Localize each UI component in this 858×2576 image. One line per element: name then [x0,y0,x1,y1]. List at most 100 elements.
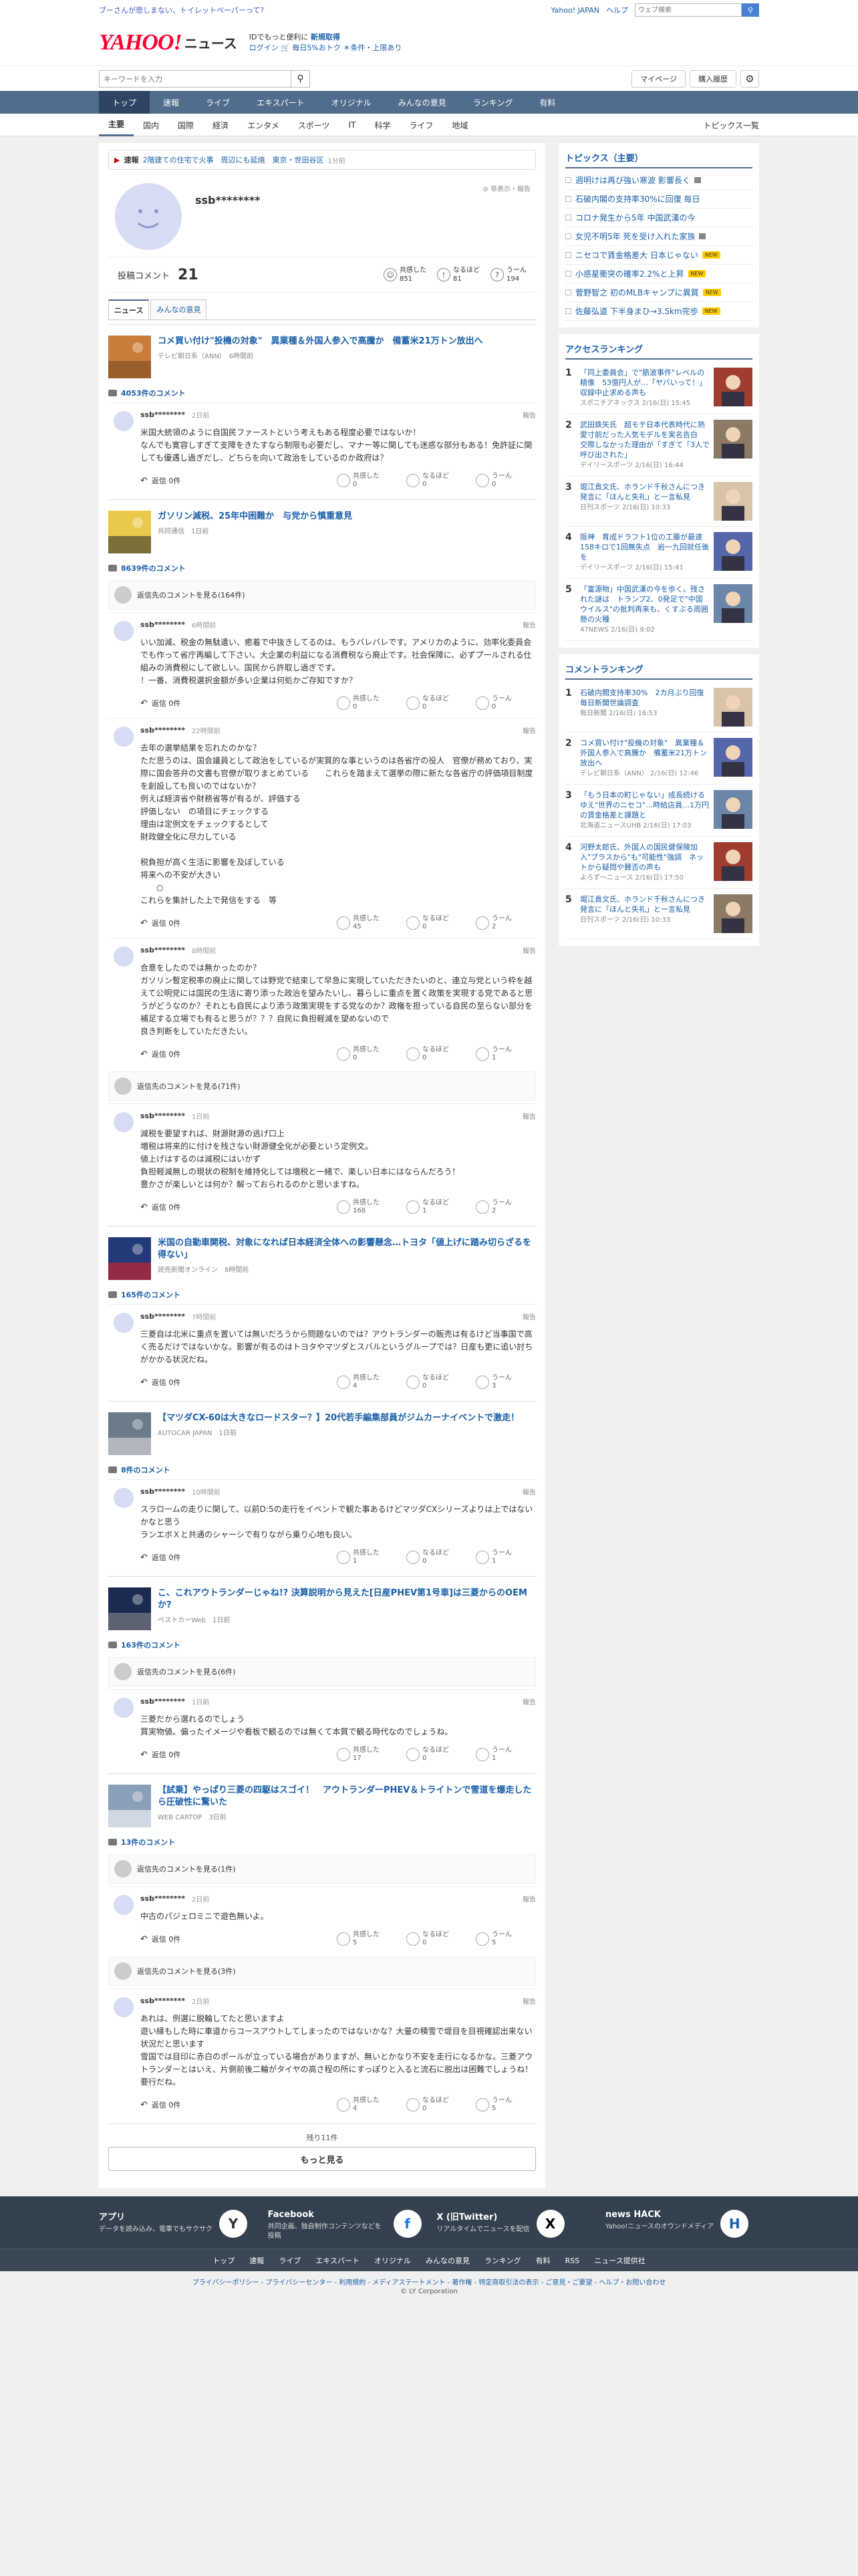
comment-username[interactable]: ssb******** [140,1112,185,1120]
footer-nav-item[interactable]: トップ [212,2255,235,2266]
ranking-item[interactable]: 5 堀江貴文氏、ホランド千秋さんにつき発言に「ほんと失礼」と一言私見 日刊スポーツ … [565,889,752,939]
footer-nav-item[interactable]: オリジナル [374,2255,411,2266]
report-link[interactable]: 報告 [523,1487,536,1497]
comment-username[interactable]: ssb******** [140,946,185,954]
hide-report-link[interactable]: ⊘ 非表示・報告 [482,183,531,193]
reply-button[interactable]: ↶ 返信 0件 [140,1202,180,1212]
hmm-button[interactable]: うーん 1 [476,1046,536,1062]
insightful-button[interactable]: なるほど 0 [406,1747,466,1763]
ranking-title[interactable]: 「もう日本の町じゃない」成長続けるゆえ"世界のニセコ"…時給店員…1万円の賃金格… [580,790,710,820]
reply-button[interactable]: ↶ 返信 0件 [140,2099,180,2110]
empathy-button[interactable]: 共感した 5 [337,1931,397,1947]
comment-count-link[interactable]: 165件のコメント [108,1285,536,1304]
ranking-item[interactable]: 5 「富源物」中国武漢の今を歩く。残された謎は トランプ2、0発足で"中国ウイルス… [565,579,752,641]
report-link[interactable]: 報告 [523,1311,536,1321]
report-link[interactable]: 報告 [523,1696,536,1706]
ranking-item[interactable]: 3 「もう日本の町じゃない」成長続けるゆえ"世界のニセコ"…時給店員…1万円の賃金… [565,785,752,837]
topic-item[interactable]: ニセコで賃金格差大 日本じゃない NEW [565,246,752,265]
article-card[interactable]: 米国の自動車関税、対象になれば日本経済全体への影響懸念…トヨタ「値上げに踏み切ら… [108,1226,536,1285]
article-title[interactable]: 【試乗】やっぱり三菱の四駆はスゴイ！ アウトランダーPHEV＆トライトンで雪道を… [158,1785,536,1809]
footer-block[interactable]: X (旧Twitter) リアルタイムでニュースを配信 X [436,2210,590,2242]
ranking-title[interactable]: 石破内閣支持率30% 2カ月ぶり回復 毎日新聞世論調査 [580,688,711,708]
comment-count-link[interactable]: 13件のコメント [108,1833,536,1851]
footer-nav-item[interactable]: エキスパート [315,2255,360,2266]
ranking-thumbnail[interactable] [714,368,752,406]
comment-username[interactable]: ssb******** [140,1997,185,2005]
comment-count-link[interactable]: 8639件のコメント [108,559,536,577]
ranking-item[interactable]: 2 武田鉄矢氏 超モテ日本代表時代に熱愛寸前だった人気モデルを実名告白 交際しなか… [565,414,752,477]
article-title[interactable]: 【マツダCX-60は大きなロードスター？】20代若手編集部員がジムカーナイベント… [158,1412,519,1424]
ranking-title[interactable]: 河野太郎氏、外国人の国民健保険加入"ブラスから"も"可能性"強調 ネットから疑問… [580,842,710,872]
article-card[interactable]: コメ買い付け"投機の対象" 異業種＆外国人参入で高騰か 備蓄米21万トン放出へテ… [108,324,536,384]
legal-links[interactable]: プライバシーポリシー - プライバシーセンター - 利用規約 - メディアステー… [0,2271,858,2288]
article-card[interactable]: 【試乗】やっぱり三菱の四駆はスゴイ！ アウトランダーPHEV＆トライトンで雪道を… [108,1773,536,1833]
parent-comment-link[interactable]: 返信先のコメントを見る(1件) [108,1854,536,1884]
ranking-item[interactable]: 1 石破内閣支持率30% 2カ月ぶり回復 毎日新聞世論調査 毎日新聞 2/16(日)… [565,682,752,733]
report-link[interactable]: 報告 [523,1111,536,1121]
topic-item[interactable]: 佐藤弘道 下半身まひ→3.5km完歩 NEW [565,302,752,321]
article-title[interactable]: コメ買い付け"投機の対象" 異業種＆外国人参入で高騰か 備蓄米21万トン放出へ [158,336,483,348]
footer-nav-item[interactable]: 有料 [536,2255,551,2266]
hmm-button[interactable]: うーん 5 [476,2097,536,2113]
gnav-item[interactable]: トップ [99,91,150,114]
breaking-headline[interactable]: 2階建ての住宅で火事 周辺にも延焼 東京・世田谷区 [142,154,323,165]
promo-link[interactable]: ブーさんが悲しまない、トイレットペーパーって? [99,5,264,15]
comment-count-link[interactable]: 4053件のコメント [108,384,536,402]
ranking-thumbnail[interactable] [714,894,752,933]
ranking-item[interactable]: 2 コメ買い付け"投機の対象" 異業種＆外国人参入で高騰か 備蓄米21万トン放出へ… [565,733,752,785]
ranking-item[interactable]: 1 「同上委員会」で"筋波事件"レベルの精像 53億円人が…「ヤバいって！」収録中… [565,362,752,414]
topic-item[interactable]: コロナ発生から5年 中国武漢の今 [565,209,752,227]
yahoo-japan-link[interactable]: Yahoo! JAPAN [551,6,599,15]
topic-item[interactable]: 小惑星衝突の確率2.2%と上昇 NEW [565,265,752,283]
register-link[interactable]: 新規取得 [311,33,340,41]
reply-button[interactable]: ↶ 返信 0件 [140,475,180,486]
insightful-button[interactable]: なるほど 0 [406,915,466,931]
insightful-button[interactable]: なるほど 1 [406,1199,466,1215]
gnav-item[interactable]: みんなの意見 [385,91,460,114]
footer-nav-item[interactable]: みんなの意見 [426,2255,470,2266]
topic-item[interactable]: 石破内閣の支持率30%に回復 毎日 [565,190,752,209]
empathy-button[interactable]: 共感した 0 [337,473,397,489]
category-item[interactable]: 経済 [203,114,238,136]
ranking-title[interactable]: 阪神 育成ドラフト1位の工藤が最速158キロで1回無失点 岩一九回就任後を [580,532,710,562]
topic-item[interactable]: 週明けは再び強い寒波 影響長く [565,171,752,190]
help-link[interactable]: ヘルプ [606,5,628,15]
category-item[interactable]: スポーツ [289,114,339,136]
reply-button[interactable]: ↶ 返信 0件 [140,1377,180,1388]
ranking-title[interactable]: 堀江貴文氏、ホランド千秋さんにつき発言に「ほんと失礼」と一言私見 [580,482,710,502]
ranking-item[interactable]: 3 堀江貴文氏、ホランド千秋さんにつき発言に「ほんと失礼」と一言私見 日刊スポーツ … [565,477,752,527]
ranking-thumbnail[interactable] [714,842,752,881]
category-item[interactable]: 国際 [168,114,203,136]
hmm-button[interactable]: うーん 3 [476,1374,536,1390]
keyword-search-input[interactable] [99,70,291,88]
reply-button[interactable]: ↶ 返信 0件 [140,1049,180,1059]
show-more-button[interactable]: もっと見る [108,2147,536,2171]
topics-list-link[interactable]: トピックス一覧 [703,120,759,131]
article-thumbnail[interactable] [108,1587,151,1630]
hmm-button[interactable]: うーん 2 [476,1199,536,1215]
reply-button[interactable]: ↶ 返信 0件 [140,1552,180,1563]
article-thumbnail[interactable] [108,511,151,553]
comment-username[interactable]: ssb******** [140,1487,185,1496]
login-link[interactable]: ログイン [249,43,279,52]
comment-count-link[interactable]: 163件のコメント [108,1636,536,1654]
comment-username[interactable]: ssb******** [140,726,185,735]
footer-nav-item[interactable]: ランキング [484,2255,521,2266]
ranking-thumbnail[interactable] [714,532,752,571]
gnav-item[interactable]: ランキング [460,91,527,114]
points-promo[interactable]: 毎日5%おトク ＊条件・上限あり [292,43,402,52]
comment-username[interactable]: ssb******** [140,620,185,629]
ranking-title[interactable]: コメ買い付け"投機の対象" 異業種＆外国人参入で高騰か 備蓄米21万トン放出へ [580,738,710,768]
ranking-thumbnail[interactable] [714,790,752,829]
insightful-button[interactable]: なるほど 0 [406,1931,466,1947]
footer-nav-item[interactable]: ライブ [279,2255,301,2266]
ranking-thumbnail[interactable] [714,688,752,727]
article-card[interactable]: 【マツダCX-60は大きなロードスター？】20代若手編集部員がジムカーナイベント… [108,1401,536,1460]
breaking-news-bar[interactable]: ▶ 速報 2階建ての住宅で火事 周辺にも延焼 東京・世田谷区 1分前 [108,150,536,170]
hmm-button[interactable]: うーん 1 [476,1549,536,1565]
ranking-title[interactable]: 堀江貴文氏、ホランド千秋さんにつき発言に「ほんと失礼」と一言私見 [580,894,710,914]
ranking-thumbnail[interactable] [714,482,752,521]
footer-block[interactable]: Facebook 共同企画、独自制作コンテンツなどを投稿 f [268,2210,422,2242]
insightful-button[interactable]: なるほど 0 [406,473,466,489]
report-link[interactable]: 報告 [523,620,536,630]
